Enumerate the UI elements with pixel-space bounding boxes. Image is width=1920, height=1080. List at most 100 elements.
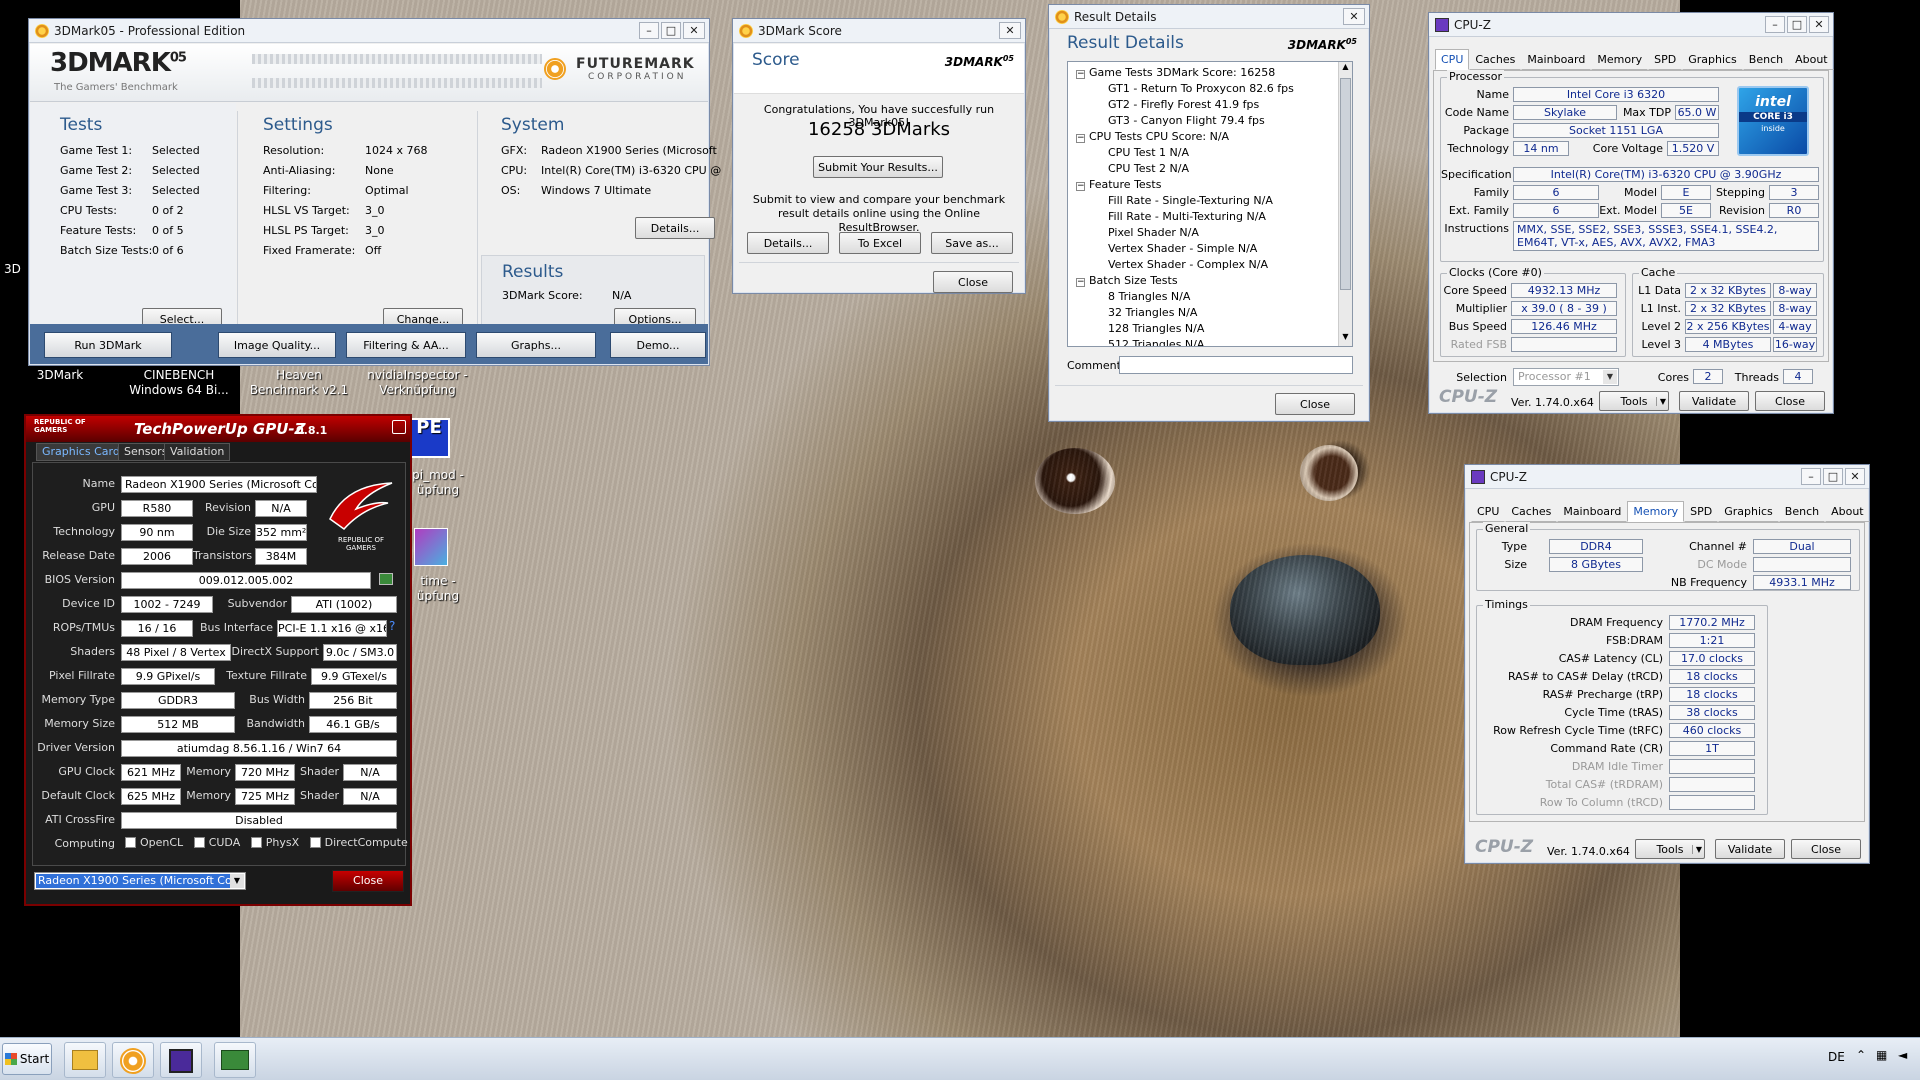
tree-group-item[interactable]: − Batch Size Tests <box>1076 274 1178 287</box>
tab-cpu[interactable]: CPU <box>1435 49 1470 70</box>
tree-item[interactable]: GT3 - Canyon Flight 79.4 fps <box>1108 114 1265 127</box>
gpuz-menu-icon[interactable] <box>392 420 406 434</box>
tab-validation[interactable]: Validation <box>164 443 231 461</box>
tab-bench[interactable]: Bench <box>1778 501 1826 522</box>
tree-item[interactable]: Pixel Shader N/A <box>1108 226 1199 239</box>
image-quality-button[interactable]: Image Quality... <box>218 332 336 358</box>
tree-item[interactable]: Vertex Shader - Complex N/A <box>1108 258 1268 271</box>
to-excel-button[interactable]: To Excel <box>839 232 921 254</box>
tree-collapse-icon[interactable]: − <box>1076 182 1085 191</box>
cuda-checkbox[interactable]: CUDA <box>193 836 240 849</box>
tree-item[interactable]: 8 Triangles N/A <box>1108 290 1190 303</box>
score-titlebar[interactable]: 3DMark Score <box>733 19 1025 43</box>
close-window-button[interactable]: ✕ <box>1845 468 1865 485</box>
gpuz-close-button[interactable]: Close <box>332 870 404 892</box>
taskbar-cpuz[interactable] <box>160 1042 202 1078</box>
start-button[interactable]: Start <box>2 1043 52 1075</box>
tree-item[interactable]: GT1 - Return To Proxycon 82.6 fps <box>1108 82 1294 95</box>
taskbar-3dmark[interactable] <box>112 1042 154 1078</box>
system-details-button[interactable]: Details... <box>635 217 715 239</box>
tab-mainboard[interactable]: Mainboard <box>1521 49 1592 70</box>
tab-caches[interactable]: Caches <box>1505 501 1558 522</box>
tree-item[interactable]: Fill Rate - Multi-Texturing N/A <box>1108 210 1266 223</box>
bus-help-icon[interactable]: ? <box>389 619 395 633</box>
tab-bench[interactable]: Bench <box>1742 49 1790 70</box>
comment-input[interactable] <box>1119 356 1353 374</box>
network-icon[interactable]: ▦ <box>1876 1048 1887 1062</box>
taskbar-explorer[interactable] <box>64 1042 106 1078</box>
submit-results-button[interactable]: Submit Your Results... <box>813 156 943 178</box>
validate-button[interactable]: Validate <box>1679 391 1749 411</box>
tree-item[interactable]: CPU Test 1 N/A <box>1108 146 1189 159</box>
gpuz-titlebar[interactable]: REPUBLIC OF GAMERS TechPowerUp GPU-Z 0.8… <box>26 416 410 442</box>
tree-item[interactable]: Vertex Shader - Simple N/A <box>1108 242 1257 255</box>
desktop-icon-cinebench[interactable]: CINEBENCH Windows 64 Bi... <box>120 368 238 398</box>
tab-spd[interactable]: SPD <box>1684 501 1719 522</box>
tree-group-item[interactable]: − Feature Tests <box>1076 178 1161 191</box>
tree-item[interactable]: GT2 - Firefly Forest 41.9 fps <box>1108 98 1259 111</box>
result-details-titlebar[interactable]: Result Details <box>1049 5 1369 29</box>
processor-select[interactable]: Processor #1 ▼ <box>1513 368 1619 386</box>
tree-group-item[interactable]: − CPU Tests CPU Score: N/A <box>1076 130 1229 143</box>
maximize-button[interactable]: □ <box>1823 468 1843 485</box>
desktop-icon-heaven[interactable]: Heaven Benchmark v2.1 <box>243 368 355 398</box>
cpuz-close-button[interactable]: Close <box>1755 391 1825 411</box>
close-window-button[interactable]: ✕ <box>683 22 705 39</box>
chevron-down-icon[interactable]: ▼ <box>230 874 244 888</box>
tree-collapse-icon[interactable]: − <box>1076 70 1085 79</box>
chevron-down-icon[interactable]: ▼ <box>1603 370 1617 384</box>
tree-scrollbar[interactable]: ▲ ▼ <box>1338 62 1352 346</box>
run-3dmark-button[interactable]: Run 3DMark <box>44 332 172 358</box>
result-details-close-button[interactable]: Close <box>1275 393 1355 415</box>
bios-save-icon[interactable] <box>379 573 393 585</box>
maximize-button[interactable]: □ <box>1787 16 1807 33</box>
tree-item[interactable]: 512 Triangles N/A <box>1108 338 1204 346</box>
taskbar-gpuz[interactable] <box>214 1042 256 1078</box>
result-tree[interactable]: − Game Tests 3DMark Score: 16258 GT1 - Ret… <box>1067 61 1353 347</box>
tree-item[interactable]: 128 Triangles N/A <box>1108 322 1204 335</box>
tree-collapse-icon[interactable]: − <box>1076 278 1085 287</box>
tab-about[interactable]: About <box>1825 501 1870 522</box>
tools-button[interactable]: Tools ▼ <box>1599 391 1669 411</box>
desktop-icon-nvidiainspector[interactable]: nvidiaInspector - Verknüpfung <box>360 368 475 398</box>
physx-checkbox[interactable]: PhysX <box>250 836 299 849</box>
chevron-up-icon[interactable]: ⌃ <box>1856 1048 1866 1062</box>
demo-button[interactable]: Demo... <box>610 332 706 358</box>
validate-button[interactable]: Validate <box>1715 839 1785 859</box>
cpuz-close-button[interactable]: Close <box>1791 839 1861 859</box>
tree-item[interactable]: CPU Test 2 N/A <box>1108 162 1189 175</box>
tab-cpu[interactable]: CPU <box>1471 501 1506 522</box>
maximize-button[interactable]: □ <box>661 22 681 39</box>
tools-button[interactable]: Tools ▼ <box>1635 839 1705 859</box>
desktop-icon-3dmark[interactable]: 3DMark <box>0 368 120 383</box>
close-window-button[interactable]: ✕ <box>1343 8 1365 25</box>
tab-spd[interactable]: SPD <box>1648 49 1683 70</box>
graphs-button[interactable]: Graphs... <box>476 332 596 358</box>
close-window-button[interactable]: ✕ <box>999 22 1021 39</box>
tab-graphics[interactable]: Graphics <box>1682 49 1743 70</box>
score-details-button[interactable]: Details... <box>747 232 829 254</box>
opencl-checkbox[interactable]: OpenCL <box>125 836 183 849</box>
desktop-icon-image[interactable]: PE <box>408 418 450 458</box>
score-close-button[interactable]: Close <box>933 271 1013 293</box>
tab-graphics[interactable]: Graphics <box>1718 501 1779 522</box>
tab-mainboard[interactable]: Mainboard <box>1557 501 1628 522</box>
tab-graphics-card[interactable]: Graphics Card <box>36 443 126 461</box>
minimize-button[interactable]: – <box>639 22 659 39</box>
directcompute-checkbox[interactable]: DirectCompute <box>309 836 408 849</box>
speaker-icon[interactable]: ◄ <box>1898 1048 1907 1062</box>
tab-about[interactable]: About <box>1789 49 1834 70</box>
desktop-icon-pimod[interactable]: pi_mod - üpfung <box>408 468 468 498</box>
tab-caches[interactable]: Caches <box>1469 49 1522 70</box>
close-window-button[interactable]: ✕ <box>1809 16 1829 33</box>
language-indicator[interactable]: DE <box>1828 1050 1845 1064</box>
desktop-icon-image[interactable] <box>414 528 448 566</box>
desktop-icon-time[interactable]: time - üpfung <box>408 574 468 604</box>
tree-group-item[interactable]: − Game Tests 3DMark Score: 16258 <box>1076 66 1275 79</box>
tree-item[interactable]: Fill Rate - Single-Texturing N/A <box>1108 194 1273 207</box>
tree-collapse-icon[interactable]: − <box>1076 134 1085 143</box>
scrollbar-thumb[interactable] <box>1340 78 1351 290</box>
tab-memory[interactable]: Memory <box>1627 501 1685 522</box>
minimize-button[interactable]: – <box>1765 16 1785 33</box>
filtering-aa-button[interactable]: Filtering & AA... <box>346 332 466 358</box>
